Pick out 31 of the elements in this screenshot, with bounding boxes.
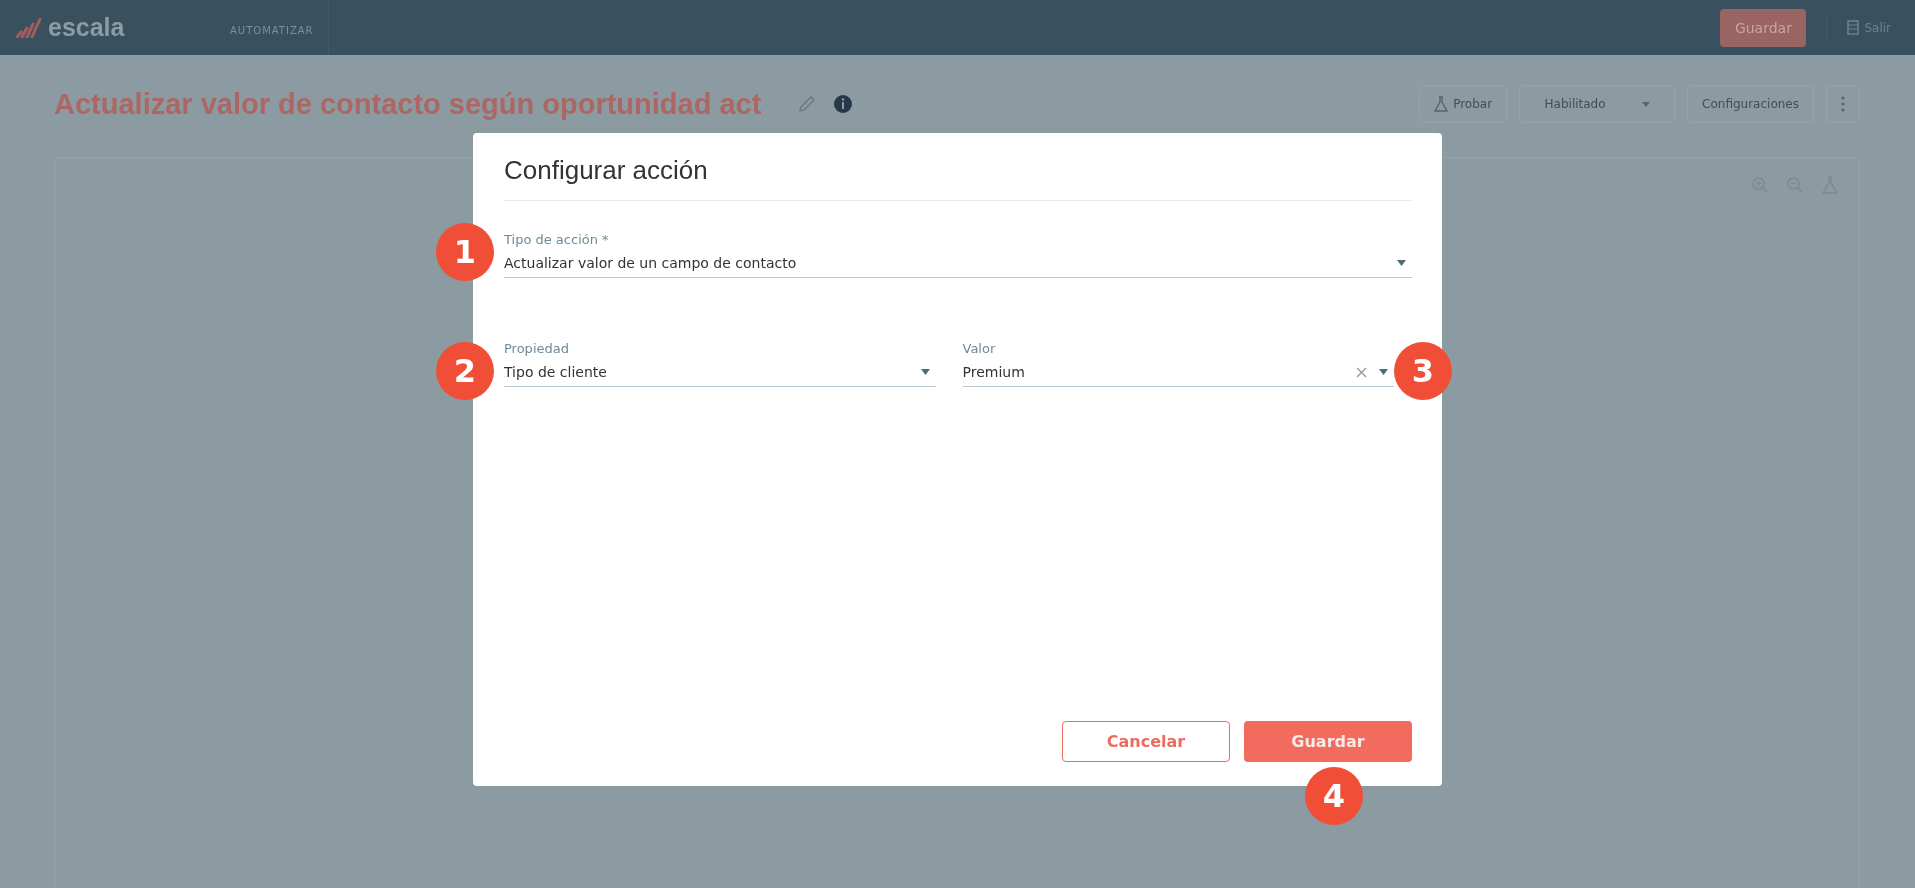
pencil-icon[interactable] — [797, 94, 818, 114]
save-button[interactable]: Guardar — [1244, 721, 1412, 762]
flask-icon — [1434, 96, 1449, 112]
select-field[interactable]: Actualizar valor de un campo de contacto — [504, 249, 1412, 278]
dialog-title: Configurar acción — [504, 155, 709, 186]
caret-icon[interactable] — [1379, 369, 1388, 375]
page-title: Actualizar valor de contacto según oportunidad act — [54, 87, 762, 121]
caret-icon[interactable] — [920, 369, 930, 375]
more-button[interactable] — [1826, 85, 1860, 123]
logo-text: escala — [48, 13, 125, 42]
save-button[interactable]: Guardar — [1720, 8, 1807, 47]
caret-icon — [1641, 101, 1650, 107]
info-icon[interactable] — [833, 94, 854, 114]
status-dropdown[interactable]: Habilitado — [1519, 85, 1676, 123]
step-number-badge: 4 — [1305, 767, 1363, 825]
door-icon — [1847, 20, 1860, 35]
caret-icon[interactable] — [1397, 260, 1406, 266]
section-label[interactable]: AUTOMATIZAR — [230, 0, 329, 55]
field-label: Valor — [962, 340, 997, 358]
more-vertical-icon — [1841, 96, 1845, 112]
clear-icon[interactable] — [1356, 366, 1367, 378]
test-button[interactable]: Probar — [1419, 85, 1508, 123]
settings-button[interactable]: Configuraciones — [1687, 85, 1814, 123]
cancel-button[interactable]: Cancelar — [1062, 721, 1230, 762]
step-number-badge: 2 — [436, 342, 494, 400]
field-label: Tipo de acción * — [504, 231, 610, 249]
field-label: Propiedad — [504, 340, 570, 358]
select-field[interactable]: Tipo de cliente — [504, 358, 936, 387]
select-field[interactable]: Premium — [962, 358, 1394, 387]
step-number-badge: 1 — [436, 223, 494, 281]
bar-chart-logo-icon — [16, 17, 42, 38]
